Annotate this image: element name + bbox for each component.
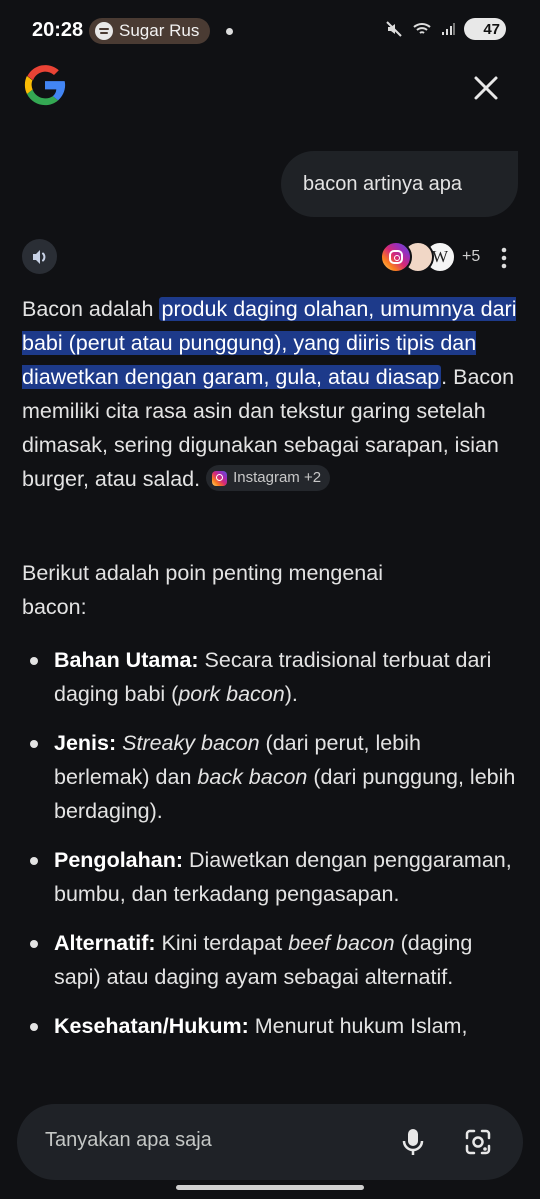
- answer-lead: Bacon adalah: [22, 297, 160, 321]
- more-options-icon[interactable]: [494, 243, 514, 273]
- media-track-label: Sugar Rus: [119, 21, 200, 40]
- sources-more-count: +5: [462, 248, 481, 265]
- user-query-bubble: bacon artinya apa: [281, 151, 518, 217]
- instagram-icon: [212, 470, 228, 486]
- list-item-term: pork bacon: [178, 682, 285, 706]
- list-item: Pengolahan: Diawetkan dengan penggaraman…: [22, 843, 520, 911]
- list-item-term: Streaky bacon: [122, 731, 260, 755]
- spotify-icon: [95, 22, 113, 40]
- list-item: Jenis: Streaky bacon (dari perut, lebih …: [22, 726, 520, 828]
- ask-input-placeholder[interactable]: Tanyakan apa saja: [45, 1129, 212, 1152]
- list-item: Bahan Utama: Secara tradisional terbuat …: [22, 643, 520, 711]
- notification-dot: [226, 28, 233, 35]
- mute-icon: [386, 21, 402, 37]
- list-item-text: ).: [284, 682, 298, 706]
- list-item-label: Bahan Utama:: [54, 648, 199, 672]
- lens-icon: [465, 1129, 491, 1155]
- answer-paragraph: Bacon adalah produk daging olahan, umumn…: [22, 292, 520, 496]
- media-playing-pill[interactable]: Sugar Rus: [89, 18, 210, 44]
- list-item-label: Kesehatan/Hukum:: [54, 1014, 249, 1038]
- battery-level: 47: [483, 20, 500, 38]
- battery-indicator: 47: [464, 18, 506, 40]
- lens-button[interactable]: [460, 1124, 496, 1160]
- status-time: 20:28: [32, 19, 84, 41]
- source-chip-instagram[interactable]: Instagram +2: [206, 465, 331, 492]
- list-item-text: Menurut hukum Islam,: [248, 1014, 468, 1038]
- user-query-text: bacon artinya apa: [303, 172, 463, 195]
- key-points-list: Bahan Utama: Secara tradisional terbuat …: [22, 643, 520, 1058]
- wifi-icon: [413, 23, 431, 34]
- mic-icon: [402, 1129, 424, 1155]
- google-logo: [24, 65, 66, 106]
- source-chip-label: Instagram +2: [233, 469, 322, 487]
- list-item-label: Pengolahan:: [54, 848, 184, 872]
- list-item-term: back bacon: [197, 765, 308, 789]
- home-indicator: [176, 1185, 364, 1190]
- list-item-label: Jenis:: [54, 731, 117, 755]
- speaker-icon: [32, 249, 45, 264]
- answer-intro: Berikut adalah poin penting mengenai bac…: [22, 561, 383, 619]
- instagram-source-icon: [380, 241, 412, 273]
- close-icon[interactable]: [468, 70, 504, 106]
- status-bar: 20:28 Sugar Rus 47: [0, 0, 540, 60]
- list-item: Kesehatan/Hukum: Menurut hukum Islam,: [22, 1009, 520, 1043]
- voice-search-button[interactable]: [395, 1124, 431, 1160]
- read-aloud-button[interactable]: [22, 239, 57, 274]
- sources-stack[interactable]: W +5: [380, 241, 480, 273]
- signal-icon: [442, 23, 455, 35]
- list-item: Alternatif: Kini terdapat beef bacon (da…: [22, 926, 520, 994]
- list-item-text: Kini terdapat: [155, 931, 289, 955]
- list-item-label: Alternatif:: [54, 931, 156, 955]
- ask-input-bar[interactable]: Tanyakan apa saja: [17, 1104, 523, 1180]
- system-icons: 47: [385, 18, 506, 40]
- list-item-term: beef bacon: [288, 931, 395, 955]
